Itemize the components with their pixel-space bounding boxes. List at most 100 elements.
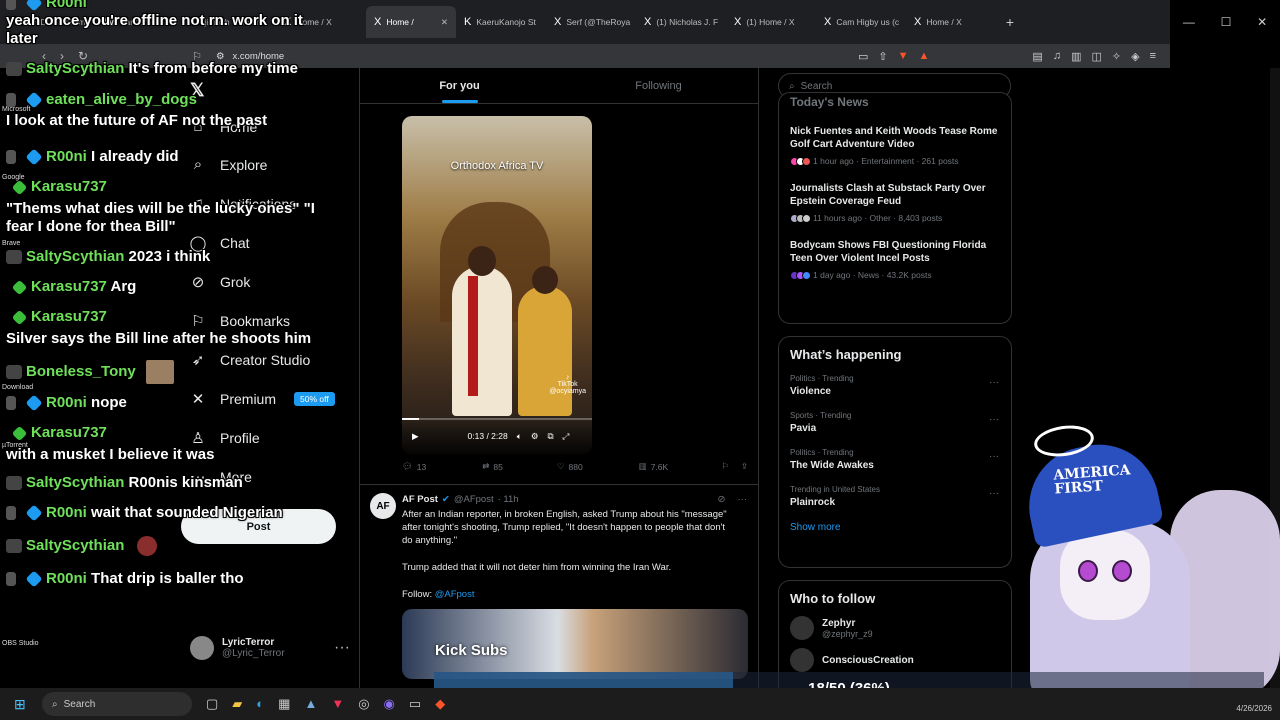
nav-item-explore[interactable]: ⌕ Explore: [188, 156, 268, 173]
mention-link[interactable]: @AFpost: [435, 589, 475, 600]
trend-name: Plainrock: [790, 497, 836, 508]
brave-rewards-icon[interactable]: ▲: [919, 50, 930, 63]
back-icon[interactable]: ‹: [42, 49, 46, 63]
file-explorer-icon[interactable]: ▰: [232, 696, 242, 712]
repost-button[interactable]: ⇄ 85: [482, 461, 503, 472]
menu-icon[interactable]: ≡: [1150, 50, 1156, 62]
nav-item-bookmarks[interactable]: ⚐ Bookmarks: [188, 312, 290, 330]
nav-item-grok[interactable]: ⊘ Grok: [188, 273, 251, 291]
settings-icon[interactable]: ⚙: [531, 431, 539, 442]
browser-tab[interactable]: K KaeruKanojo St: [456, 6, 546, 38]
vpn-icon[interactable]: ◈: [1131, 50, 1139, 63]
desktop-icon-label[interactable]: Brave: [2, 240, 20, 247]
trend-item[interactable]: Trending in United States Plainrock ···: [779, 479, 1011, 516]
browser-tab[interactable]: X Cam Higby us (c: [816, 6, 906, 38]
like-button[interactable]: ♡ 880: [557, 461, 583, 472]
more-icon[interactable]: ···: [989, 414, 999, 425]
nav-item-profile[interactable]: ♙ Profile: [188, 429, 259, 447]
browser-tab[interactable]: X Serf (@TheRoya: [546, 6, 636, 38]
task-view-icon[interactable]: ▢: [206, 696, 218, 712]
desktop-icon-label[interactable]: Download: [2, 384, 33, 391]
browser-tab[interactable]: X Home / X: [276, 6, 366, 38]
nav-item-creator-studio[interactable]: ➶ Creator Studio: [188, 351, 311, 369]
video-player[interactable]: Orthodox Africa TV ♪ TikTok @ocyiamya ▶ …: [402, 116, 592, 454]
pip-icon[interactable]: ⧉: [547, 431, 553, 442]
store-icon[interactable]: ▦: [278, 696, 290, 712]
volume-icon[interactable]: 🔈︎: [517, 431, 522, 442]
minimize-icon[interactable]: —: [1183, 15, 1195, 29]
browser-tab[interactable]: X (1) Home / X: [726, 6, 816, 38]
desktop-icon-label[interactable]: Google: [2, 174, 25, 181]
news-item[interactable]: Bodycam Shows FBI Questioning Florida Te…: [779, 235, 1011, 292]
post-author-name[interactable]: AF Post: [402, 494, 438, 505]
site-info-icon[interactable]: ⚙: [216, 51, 225, 62]
sidebar-toggle-icon[interactable]: ▤: [1032, 50, 1042, 63]
tab-label: Home / X: [296, 17, 332, 27]
post-button[interactable]: Post: [181, 509, 336, 544]
browser-tab[interactable]: X (1) Nicholas J. F: [636, 6, 726, 38]
desktop-icon-label[interactable]: Microsoft: [2, 106, 30, 113]
brave-shield-icon[interactable]: ▼: [898, 50, 909, 63]
forward-icon[interactable]: ›: [60, 49, 64, 63]
install-icon[interactable]: ▭: [858, 50, 868, 63]
wallet-icon[interactable]: ◫: [1091, 50, 1101, 63]
bookmark-icon[interactable]: ⚐: [721, 461, 729, 472]
post[interactable]: AF AF Post ✔ @AFpost · 11h ⊘ ··· After a…: [360, 484, 758, 694]
close-icon[interactable]: ✕: [1257, 15, 1267, 29]
browser-tab[interactable]: Jjimbob - Watch: [186, 6, 276, 38]
share-icon[interactable]: ⇧: [878, 50, 887, 63]
x-logo-icon[interactable]: 𝕏: [190, 80, 205, 101]
split-view-icon[interactable]: ▥: [1071, 50, 1081, 63]
nav-item-chat[interactable]: ◯ Chat: [188, 234, 250, 252]
avatar[interactable]: AF: [370, 493, 396, 519]
tab-following[interactable]: Following: [559, 68, 758, 103]
news-item[interactable]: Journalists Clash at Substack Party Over…: [779, 178, 1011, 235]
maximize-icon[interactable]: ☐: [1221, 15, 1232, 29]
trend-item[interactable]: Sports · Trending Pavia ···: [779, 405, 1011, 442]
trend-item[interactable]: Politics · Trending The Wide Awakes ···: [779, 442, 1011, 479]
app-icon[interactable]: ▲: [304, 696, 317, 712]
bookmark-page-icon[interactable]: ⚐: [192, 50, 202, 63]
more-icon[interactable]: ···: [989, 488, 999, 499]
more-icon[interactable]: ···: [738, 494, 748, 505]
nav-item-more[interactable]: ⋯ More: [188, 468, 252, 486]
browser-tab[interactable]: X Home / ✕: [366, 6, 456, 38]
account-switcher[interactable]: LyricTerror @Lyric_Terror ···: [190, 636, 350, 660]
more-icon[interactable]: ···: [989, 451, 999, 462]
reply-button[interactable]: 💬︎ 13: [402, 461, 426, 472]
brave-icon[interactable]: ◆: [435, 696, 445, 712]
follow-suggestion[interactable]: Zephyr @zephyr_z9: [779, 612, 1011, 644]
share-icon[interactable]: ⇪: [741, 461, 748, 472]
discord-icon[interactable]: ◉: [384, 696, 395, 712]
fullscreen-icon[interactable]: ⤢: [563, 431, 570, 442]
news-item[interactable]: Nick Fuentes and Keith Woods Tease Rome …: [779, 121, 1011, 178]
extensions-icon[interactable]: ✧: [1112, 50, 1121, 63]
show-more-link[interactable]: Show more: [779, 516, 1011, 545]
app-icon[interactable]: ▭: [409, 696, 421, 712]
new-tab-button[interactable]: +: [996, 14, 1024, 30]
browser-tab[interactable]: Wwanzerbot: [96, 6, 186, 38]
nav-item-home[interactable]: ⌂ Home: [188, 118, 257, 135]
media-icon[interactable]: ♫: [1053, 50, 1061, 62]
play-icon[interactable]: ▶: [412, 431, 419, 442]
desktop-icon-label[interactable]: OBS Studio: [2, 640, 39, 647]
windows-start-icon[interactable]: ⊞: [14, 696, 34, 712]
trend-item[interactable]: Politics · Trending Violence ···: [779, 368, 1011, 405]
nav-item-premium[interactable]: ✕ Premium 50% off: [188, 390, 335, 408]
views-button[interactable]: ▥ 7.6K: [639, 461, 669, 472]
nav-item-notifications[interactable]: ♫ Notifications: [188, 195, 296, 212]
more-icon[interactable]: ···: [989, 377, 999, 388]
desktop-icon-label[interactable]: µTorrent: [2, 442, 28, 449]
edge-icon[interactable]: ◐: [256, 696, 264, 712]
close-tab-icon[interactable]: ✕: [441, 17, 448, 28]
url-text[interactable]: x.com/home: [232, 51, 284, 62]
tab-for-you[interactable]: For you: [360, 68, 559, 103]
reload-icon[interactable]: ↻: [78, 49, 88, 63]
more-icon[interactable]: ···: [334, 639, 350, 657]
obs-icon[interactable]: ◎: [358, 696, 369, 712]
app-icon[interactable]: ▼: [331, 696, 344, 712]
taskbar-search[interactable]: ⌕ Search: [42, 692, 192, 716]
avatar: [190, 636, 214, 660]
grok-icon[interactable]: ⊘: [718, 494, 726, 505]
browser-tab[interactable]: X Home / X: [906, 6, 996, 38]
